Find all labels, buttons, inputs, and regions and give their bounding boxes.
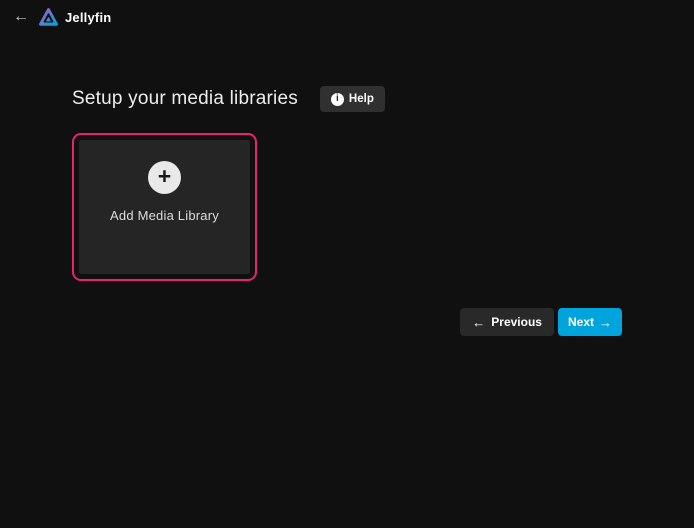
app-name: Jellyfin [65,10,111,25]
info-icon: i [331,93,344,106]
back-arrow-icon: ← [13,9,29,25]
arrow-left-icon: ← [472,316,485,329]
jellyfin-logo-icon [38,7,59,28]
back-button[interactable]: ← [10,5,32,29]
plus-circle-icon: + [148,161,181,194]
title-row: Setup your media libraries i Help [72,86,622,112]
help-button[interactable]: i Help [320,86,385,112]
help-button-label: Help [349,93,374,105]
wizard-content: Setup your media libraries i Help + Add … [72,86,622,336]
add-media-library-card[interactable]: + Add Media Library [79,140,250,274]
next-button-label: Next [568,315,594,329]
top-bar: ← Jellyfin [0,0,694,34]
previous-button-label: Previous [491,315,542,329]
wizard-nav-buttons: ← Previous Next → [72,308,622,336]
page-title: Setup your media libraries [72,88,298,110]
next-button[interactable]: Next → [558,308,622,336]
arrow-right-icon: → [599,316,612,329]
previous-button[interactable]: ← Previous [460,308,554,336]
add-media-library-label: Add Media Library [110,208,219,223]
